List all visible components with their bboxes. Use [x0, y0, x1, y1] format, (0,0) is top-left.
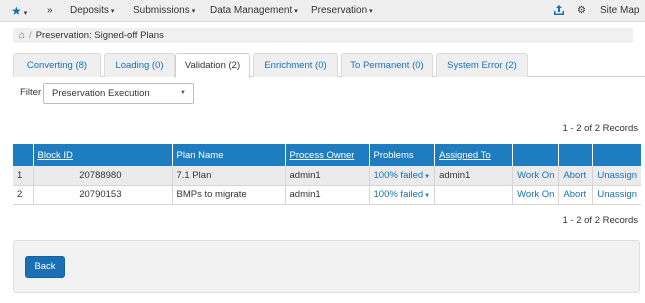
- problems-link[interactable]: 100% failed: [374, 189, 424, 200]
- tab-system-error[interactable]: System Error (2): [436, 53, 528, 77]
- tab-enrichment[interactable]: Enrichment (0): [253, 53, 338, 77]
- abort-link[interactable]: Abort: [558, 166, 594, 186]
- chevron-down-icon: ▾: [294, 8, 298, 15]
- breadcrumb-separator: /: [29, 30, 32, 41]
- nav-menu-data-management[interactable]: Data Management ▾: [210, 0, 298, 22]
- table-row: 2 20790153 BMPs to migrate admin1 100% f…: [13, 185, 642, 205]
- column-header-block-id[interactable]: Block ID: [33, 144, 173, 166]
- plans-table: Block ID Plan Name Process Owner Problem…: [13, 144, 642, 205]
- tab-bar: Converting (8) Loading (0) Validation (2…: [13, 52, 645, 78]
- nav-menu-label: Submissions: [133, 5, 190, 16]
- gear-icon[interactable]: ⚙: [577, 0, 586, 22]
- site-map-link[interactable]: Site Map: [600, 0, 639, 22]
- tab-validation[interactable]: Validation (2): [175, 53, 250, 78]
- chevron-down-icon: ▾: [23, 10, 28, 17]
- tab-loading[interactable]: Loading (0): [104, 53, 175, 77]
- table-row: 1 20788980 7.1 Plan admin1 100% failed▼ …: [13, 166, 642, 186]
- column-header-index: [13, 144, 34, 166]
- bottom-action-panel: Back: [13, 240, 640, 293]
- top-nav-bar: ★ ▾ » Deposits ▾ Submissions ▾ Data Managem…: [0, 0, 645, 22]
- nav-menu-deposits[interactable]: Deposits ▾: [70, 0, 114, 22]
- column-header-plan-name: Plan Name: [172, 144, 286, 166]
- assigned-to-cell: admin1: [434, 166, 514, 186]
- problems-cell[interactable]: 100% failed▼: [369, 166, 436, 186]
- nav-menu-submissions[interactable]: Submissions ▾: [133, 0, 195, 22]
- process-owner-cell: admin1: [285, 185, 370, 205]
- nav-menu-label: Data Management: [210, 5, 293, 16]
- unassign-link[interactable]: Unassign: [592, 185, 642, 205]
- chevron-down-icon: ▾: [110, 8, 115, 15]
- nav-menu-label: Preservation: [311, 5, 368, 16]
- column-header-process-owner[interactable]: Process Owner: [285, 144, 370, 166]
- abort-link[interactable]: Abort: [558, 185, 594, 205]
- plan-name-cell: BMPs to migrate: [172, 185, 286, 205]
- problems-link[interactable]: 100% failed: [374, 170, 424, 181]
- favorites-menu[interactable]: ★ ▾: [11, 0, 27, 22]
- process-owner-cell: admin1: [285, 166, 370, 186]
- expand-nav-icon[interactable]: »: [47, 0, 53, 22]
- chevron-down-icon: ▼: [424, 193, 431, 199]
- home-icon[interactable]: ⌂: [19, 30, 25, 41]
- problems-cell[interactable]: 100% failed▼: [369, 185, 436, 205]
- row-index: 2: [13, 185, 34, 205]
- unassign-link[interactable]: Unassign: [592, 166, 642, 186]
- chevron-down-icon: ▼: [424, 173, 431, 180]
- chevron-down-icon: ▾: [369, 8, 373, 15]
- tab-to-permanent[interactable]: To Permanent (0): [341, 53, 433, 77]
- breadcrumb: ⌂ / Preservation: Signed-off Plans: [13, 28, 633, 43]
- back-button[interactable]: Back: [25, 256, 65, 278]
- column-header-action-abort: [558, 144, 594, 166]
- block-id-cell: 20788980: [33, 166, 173, 186]
- breadcrumb-current: Preservation: Signed-off Plans: [35, 30, 164, 41]
- assigned-to-cell: [434, 185, 514, 205]
- chevron-down-icon: ▾: [191, 8, 196, 15]
- filter-selected-value: Preservation Execution: [52, 88, 150, 99]
- tab-converting[interactable]: Converting (8): [13, 53, 101, 77]
- column-header-action-work-on: [512, 144, 560, 166]
- block-id-cell: 20790153: [33, 185, 173, 205]
- column-header-problems: Problems: [369, 144, 436, 166]
- star-icon: ★: [11, 4, 22, 18]
- work-on-link[interactable]: Work On: [512, 166, 560, 186]
- work-on-link[interactable]: Work On: [512, 185, 560, 205]
- column-header-assigned-to[interactable]: Assigned To: [434, 144, 514, 166]
- nav-menu-preservation[interactable]: Preservation ▾: [311, 0, 373, 22]
- upload-icon[interactable]: [553, 0, 565, 22]
- column-header-action-unassign: [592, 144, 642, 166]
- records-count-top: 1 - 2 of 2 Records: [562, 123, 638, 134]
- chevron-down-icon: ▼: [180, 90, 186, 96]
- plan-name-cell: 7.1 Plan: [172, 166, 286, 186]
- table-header-row: Block ID Plan Name Process Owner Problem…: [13, 144, 642, 166]
- filter-select[interactable]: Preservation Execution ▼: [43, 83, 194, 104]
- nav-menu-label: Deposits: [70, 5, 109, 16]
- records-count-bottom: 1 - 2 of 2 Records: [562, 215, 638, 226]
- filter-label: Filter: [20, 87, 42, 98]
- row-index: 1: [13, 166, 34, 186]
